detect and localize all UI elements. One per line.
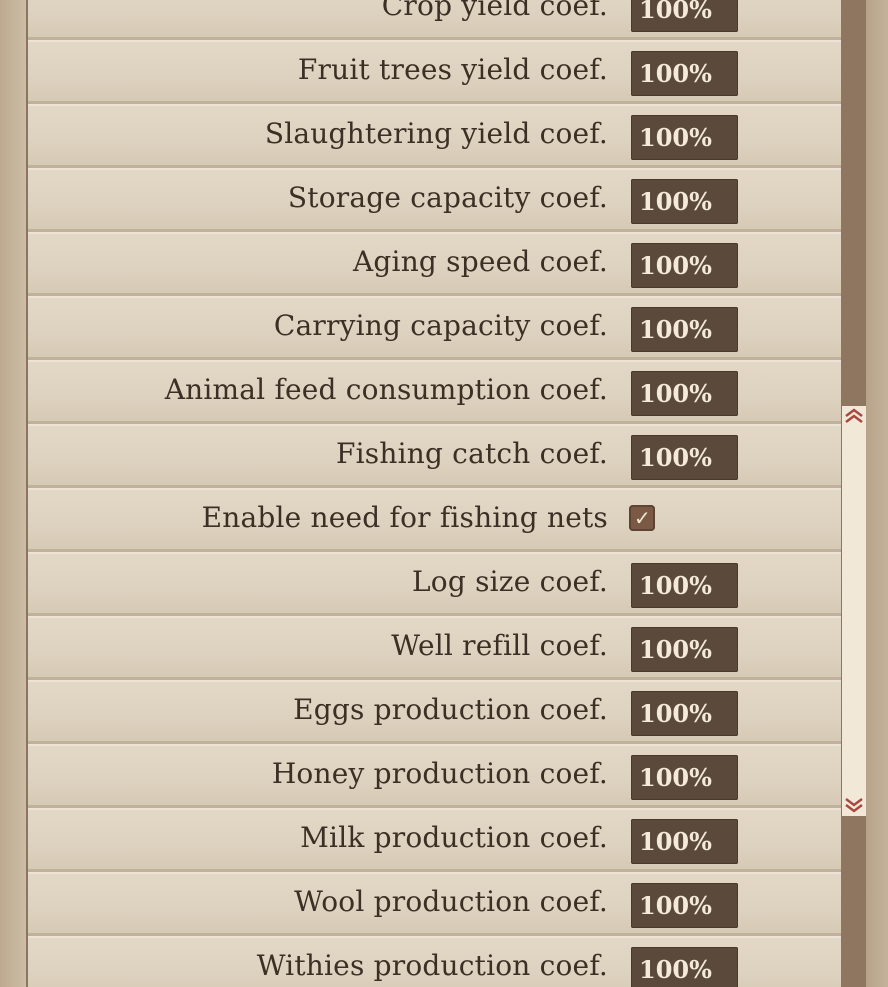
setting-row-aging-speed: Aging speed coef. 100% <box>28 232 841 296</box>
setting-row-withies-production: Withies production coef. 100% <box>28 936 841 987</box>
setting-row-fishing-nets: Enable need for fishing nets ✓ <box>28 488 841 552</box>
aging-speed-value-field[interactable]: 100% <box>631 243 738 288</box>
setting-label: Aging speed coef. <box>353 245 608 278</box>
setting-row-milk-production: Milk production coef. 100% <box>28 808 841 872</box>
setting-value: 100% <box>639 59 712 88</box>
setting-row-crop-yield: Crop yield coef. 100% <box>28 0 841 40</box>
eggs-production-value-field[interactable]: 100% <box>631 691 738 736</box>
setting-row-slaughtering-yield: Slaughtering yield coef. 100% <box>28 104 841 168</box>
setting-label: Honey production coef. <box>271 757 608 790</box>
setting-row-carrying-capacity: Carrying capacity coef. 100% <box>28 296 841 360</box>
setting-label: Log size coef. <box>412 565 608 598</box>
crop-yield-value-field[interactable]: 100% <box>631 0 738 32</box>
double-chevron-up-icon[interactable] <box>842 406 866 426</box>
setting-label: Slaughtering yield coef. <box>264 117 608 150</box>
setting-value: 100% <box>639 891 712 920</box>
milk-production-value-field[interactable]: 100% <box>631 819 738 864</box>
panel-edge <box>866 0 888 987</box>
setting-row-log-size: Log size coef. 100% <box>28 552 841 616</box>
setting-label: Fishing catch coef. <box>335 437 608 470</box>
setting-value: 100% <box>639 571 712 600</box>
double-chevron-down-icon[interactable] <box>842 795 866 815</box>
fruit-trees-yield-value-field[interactable]: 100% <box>631 51 738 96</box>
slaughtering-yield-value-field[interactable]: 100% <box>631 115 738 160</box>
fishing-nets-checkbox[interactable]: ✓ <box>629 505 655 531</box>
setting-label: Enable need for fishing nets <box>201 501 608 534</box>
setting-label: Crop yield coef. <box>381 0 608 22</box>
setting-label: Eggs production coef. <box>293 693 608 726</box>
setting-row-honey-production: Honey production coef. 100% <box>28 744 841 808</box>
setting-value: 100% <box>639 699 712 728</box>
withies-production-value-field[interactable]: 100% <box>631 947 738 987</box>
scrollbar-thumb[interactable] <box>842 406 866 816</box>
setting-label: Withies production coef. <box>256 949 608 982</box>
honey-production-value-field[interactable]: 100% <box>631 755 738 800</box>
checkmark-icon: ✓ <box>634 506 651 530</box>
setting-value: 100% <box>639 827 712 856</box>
animal-feed-consumption-value-field[interactable]: 100% <box>631 371 738 416</box>
setting-value: 100% <box>639 379 712 408</box>
setting-value: 100% <box>639 955 712 984</box>
fishing-catch-value-field[interactable]: 100% <box>631 435 738 480</box>
settings-list: Crop yield coef. 100% Fruit trees yield … <box>28 0 841 987</box>
setting-label: Animal feed consumption coef. <box>164 373 608 406</box>
storage-capacity-value-field[interactable]: 100% <box>631 179 738 224</box>
setting-label: Milk production coef. <box>300 821 608 854</box>
setting-row-well-refill: Well refill coef. 100% <box>28 616 841 680</box>
wool-production-value-field[interactable]: 100% <box>631 883 738 928</box>
setting-row-fruit-trees-yield: Fruit trees yield coef. 100% <box>28 40 841 104</box>
setting-value: 100% <box>639 187 712 216</box>
setting-row-eggs-production: Eggs production coef. 100% <box>28 680 841 744</box>
setting-label: Fruit trees yield coef. <box>297 53 608 86</box>
setting-value: 100% <box>639 251 712 280</box>
setting-row-animal-feed-consumption: Animal feed consumption coef. 100% <box>28 360 841 424</box>
setting-value: 100% <box>639 635 712 664</box>
setting-label: Well refill coef. <box>391 629 608 662</box>
setting-value: 100% <box>639 123 712 152</box>
carrying-capacity-value-field[interactable]: 100% <box>631 307 738 352</box>
setting-value: 100% <box>639 763 712 792</box>
setting-label: Wool production coef. <box>294 885 608 918</box>
setting-value: 100% <box>639 443 712 472</box>
well-refill-value-field[interactable]: 100% <box>631 627 738 672</box>
setting-row-storage-capacity: Storage capacity coef. 100% <box>28 168 841 232</box>
setting-label: Carrying capacity coef. <box>273 309 608 342</box>
setting-label: Storage capacity coef. <box>287 181 608 214</box>
setting-row-fishing-catch: Fishing catch coef. 100% <box>28 424 841 488</box>
setting-row-wool-production: Wool production coef. 100% <box>28 872 841 936</box>
setting-value: 100% <box>639 0 712 24</box>
log-size-value-field[interactable]: 100% <box>631 563 738 608</box>
setting-value: 100% <box>639 315 712 344</box>
